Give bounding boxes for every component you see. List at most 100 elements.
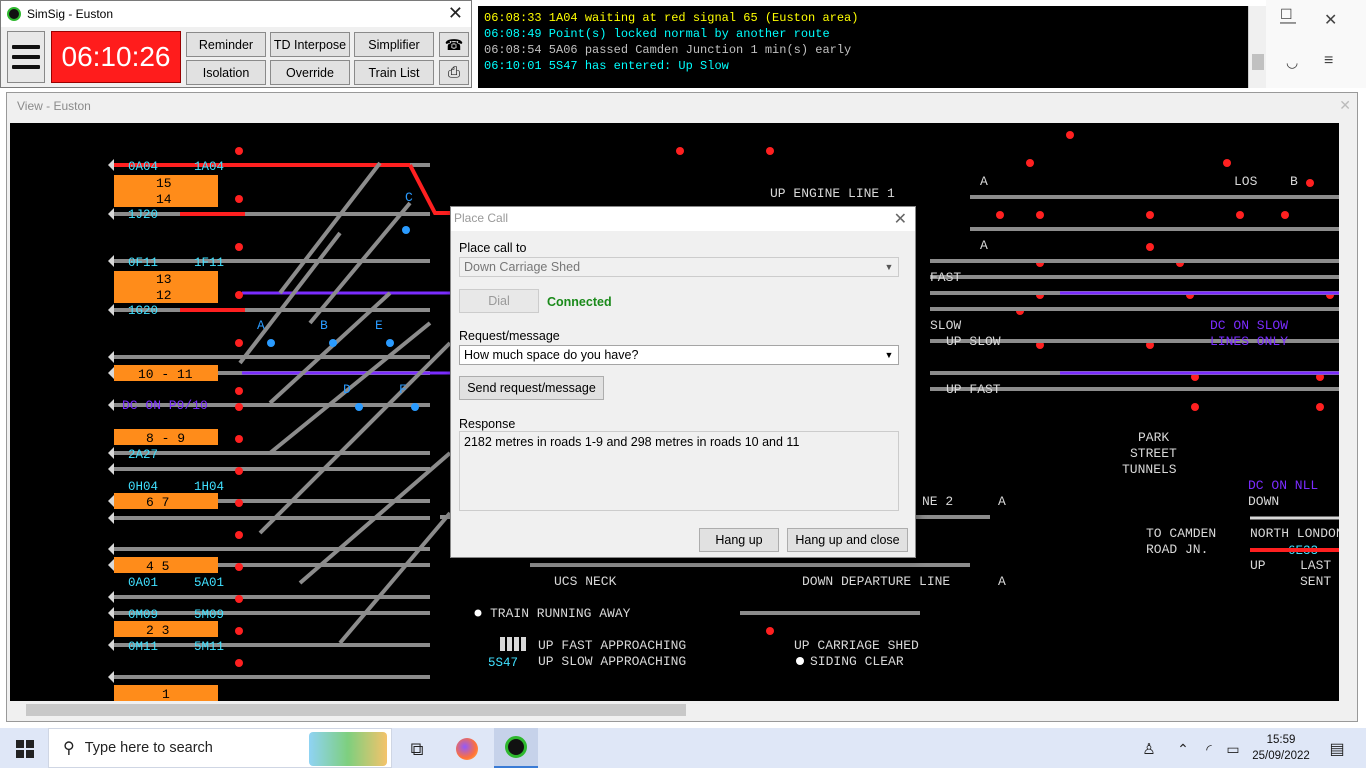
- signal-aspect: [1146, 211, 1154, 219]
- diagram-label: UP FAST APPROACHING: [538, 638, 686, 653]
- diagram-label: E: [375, 318, 383, 333]
- control-window-title: SimSig - Euston: [27, 7, 114, 21]
- diagram-label: UP SLOW APPROACHING: [538, 654, 686, 669]
- signal-aspect: [235, 339, 243, 347]
- simsig-taskbar-icon[interactable]: [494, 728, 538, 768]
- arrow-icon: [108, 351, 114, 363]
- crossover-track: [278, 161, 382, 295]
- people-icon[interactable]: ♙: [1134, 734, 1164, 764]
- horizontal-scrollbar[interactable]: [10, 701, 1340, 719]
- signal-aspect: [235, 387, 243, 395]
- platform-label: 8 - 9: [146, 431, 185, 446]
- message-log-row: 06:10:01 5S47 has entered: Up Slow: [484, 59, 729, 73]
- route-indicator: [355, 403, 363, 411]
- diagram-label: UP: [1250, 558, 1266, 573]
- reminder-button[interactable]: Reminder: [186, 32, 266, 57]
- isolation-button[interactable]: Isolation: [186, 60, 266, 85]
- maximize-icon[interactable]: ☐: [1280, 6, 1293, 23]
- pocket-icon[interactable]: ◡: [1286, 54, 1298, 71]
- platform-label: 6 7: [146, 495, 169, 510]
- diagram-label: C: [405, 190, 413, 205]
- request-select[interactable]: How much space do you have? ▼: [459, 345, 899, 365]
- notification-icon[interactable]: ▤: [1322, 734, 1352, 764]
- arrow-icon: [108, 512, 114, 524]
- platform-label: 2 3: [146, 623, 169, 638]
- send-request-button[interactable]: Send request/message: [459, 376, 604, 400]
- sim-clock: 06:10:26: [51, 31, 181, 83]
- arrow-icon: [108, 671, 114, 683]
- close-icon[interactable]: ✕: [1339, 97, 1351, 114]
- hang-up-button[interactable]: Hang up: [699, 528, 779, 552]
- chevron-down-icon: ▼: [884, 262, 894, 272]
- signal-aspect: [1223, 159, 1231, 167]
- track-segment-occupied: [408, 164, 455, 215]
- diagram-label: UP ENGINE LINE 1: [770, 186, 895, 201]
- dial-button[interactable]: Dial: [459, 289, 539, 313]
- message-log-row: 06:08:54 5A06 passed Camden Junction 1 m…: [484, 43, 852, 57]
- task-view-icon[interactable]: ⧉: [402, 734, 432, 764]
- message-log-scrollbar[interactable]: [1248, 6, 1266, 88]
- arrow-icon: [108, 208, 114, 220]
- close-icon[interactable]: ✕: [1324, 10, 1337, 30]
- taskbar-search[interactable]: ⚲ Type here to search: [48, 728, 392, 768]
- place-call-to-select[interactable]: Down Carriage Shed ▼: [459, 257, 899, 277]
- menu-icon[interactable]: ≡: [1324, 52, 1333, 70]
- diagram-label: DOWN: [1248, 494, 1279, 509]
- train-list-button[interactable]: Train List: [354, 60, 434, 85]
- printer-icon[interactable]: ⎙: [439, 60, 469, 85]
- close-icon[interactable]: ✕: [894, 209, 907, 229]
- firefox-icon[interactable]: [452, 734, 482, 764]
- vertical-scrollbar[interactable]: [1339, 123, 1357, 703]
- signal-aspect: [1236, 211, 1244, 219]
- override-button[interactable]: Override: [270, 60, 350, 85]
- arrow-icon: [108, 559, 114, 571]
- phone-icon[interactable]: ☎: [439, 32, 469, 57]
- diagram-label: B: [320, 318, 328, 333]
- train-berth: 0A01: [128, 576, 158, 590]
- battery-icon[interactable]: ▭: [1218, 734, 1248, 764]
- response-textarea[interactable]: 2182 metres in roads 1-9 and 298 metres …: [459, 431, 899, 511]
- message-log-row: 06:08:33 1A04 waiting at red signal 65 (…: [484, 11, 859, 25]
- platform-label: 10 - 11: [138, 367, 193, 382]
- approach-indicator-bar: [521, 637, 526, 651]
- hang-up-and-close-button[interactable]: Hang up and close: [787, 528, 908, 552]
- simplifier-button[interactable]: Simplifier: [354, 32, 434, 57]
- train-berth: 1G20: [128, 304, 158, 318]
- signal-aspect: [1306, 179, 1314, 187]
- signal-aspect: [235, 195, 243, 203]
- diagram-label: LINES ONLY: [1210, 334, 1288, 349]
- platform-label: 12: [156, 288, 172, 303]
- windows-start-icon[interactable]: [10, 734, 40, 764]
- signal-aspect: [996, 211, 1004, 219]
- signal-aspect: [235, 243, 243, 251]
- signal-aspect: [1026, 159, 1034, 167]
- td-interpose-button[interactable]: TD Interpose: [270, 32, 350, 57]
- diagram-label: PARK: [1138, 430, 1169, 445]
- diagram-label: TUNNELS: [1122, 462, 1177, 477]
- signal-aspect: [235, 531, 243, 539]
- request-value: How much space do you have?: [464, 348, 639, 362]
- diagram-label: NE 2: [922, 494, 953, 509]
- search-icon: ⚲: [63, 740, 75, 757]
- route-indicator: [267, 339, 275, 347]
- diagram-label: UCS NECK: [554, 574, 617, 589]
- hamburger-menu-icon[interactable]: [7, 31, 45, 83]
- signal-aspect: [1066, 131, 1074, 139]
- signal-aspect: [1036, 211, 1044, 219]
- view-window-title: View - Euston: [17, 99, 91, 113]
- diagram-label: UP SLOW: [946, 334, 1001, 349]
- train-berth: 0A04: [128, 160, 158, 174]
- place-call-dialog: Place Call ✕ Place call to Down Carriage…: [450, 206, 916, 558]
- train-berth: 2A27: [128, 448, 158, 462]
- train-berth: 5M11: [194, 640, 224, 654]
- arrow-icon: [108, 607, 114, 619]
- arrow-icon: [108, 399, 114, 411]
- arrow-icon: [108, 447, 114, 459]
- train-berth: 1J20: [128, 208, 158, 222]
- close-icon[interactable]: ✕: [448, 3, 463, 24]
- route-indicator: [402, 226, 410, 234]
- taskbar-clock[interactable]: 15:59 25/09/2022: [1250, 732, 1312, 764]
- platform-label: 15: [156, 176, 172, 191]
- signal-aspect: [235, 563, 243, 571]
- signal-aspect: [1281, 211, 1289, 219]
